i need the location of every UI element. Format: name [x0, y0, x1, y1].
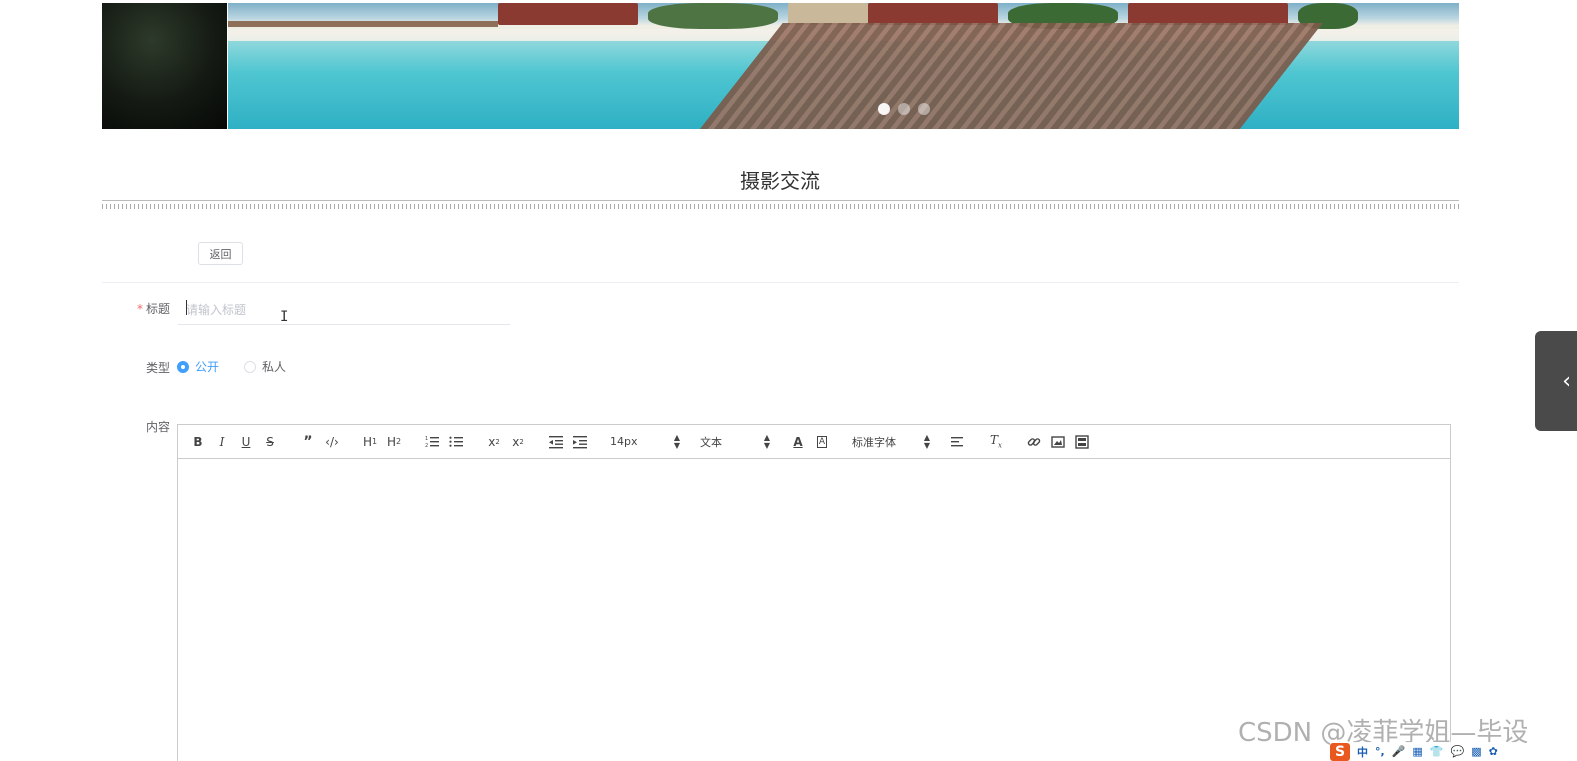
- font-size-select[interactable]: 14px ▲ ▼: [610, 432, 680, 450]
- italic-icon[interactable]: I: [214, 431, 230, 453]
- font-family-select[interactable]: 标准字体 ▲ ▼: [852, 432, 930, 450]
- back-button[interactable]: 返回: [198, 242, 243, 265]
- image-icon[interactable]: [1050, 431, 1066, 453]
- code-block-icon[interactable]: ‹/›: [324, 431, 340, 453]
- title-divider: [102, 200, 1459, 209]
- select-arrows-icon: ▲ ▼: [673, 432, 680, 450]
- side-drawer-handle[interactable]: ‹: [1535, 331, 1577, 431]
- sogou-logo-icon: S: [1330, 742, 1350, 761]
- ime-toolbar: S 中 °, 🎤 ▦ 👕 💬 ▩ ✿: [1330, 742, 1516, 761]
- select-arrows-icon: ▲ ▼: [923, 432, 930, 450]
- type-radio-public[interactable]: 公开: [177, 358, 219, 375]
- page-title: 摄影交流: [740, 169, 820, 193]
- type-radio-private[interactable]: 私人: [244, 358, 286, 375]
- chevron-left-icon: ‹: [1562, 368, 1571, 394]
- ime-settings-icon[interactable]: ✿: [1489, 745, 1498, 758]
- h1-icon[interactable]: H1: [362, 431, 378, 453]
- ime-punctuation-icon[interactable]: °,: [1375, 745, 1385, 758]
- link-icon[interactable]: [1026, 431, 1042, 453]
- carousel-dot-1[interactable]: [878, 103, 890, 115]
- ime-skin-icon[interactable]: 👕: [1430, 745, 1444, 758]
- type-label: 类型: [145, 361, 170, 375]
- ime-chinese-mode-icon[interactable]: 中: [1357, 744, 1368, 760]
- carousel-indicators: [878, 103, 930, 115]
- video-icon[interactable]: [1074, 431, 1090, 453]
- rich-text-editor: B I U S ” ‹/› H1 H2 12 x2 x2 14px ▲ ▼ 文本 …: [177, 424, 1451, 761]
- banner-carousel: [102, 3, 1459, 129]
- outdent-icon[interactable]: [548, 431, 564, 453]
- ime-keyboard-icon[interactable]: ▦: [1412, 745, 1422, 758]
- title-input[interactable]: [178, 295, 510, 325]
- banner-prev-slide-edge: [102, 3, 227, 129]
- background-color-icon[interactable]: A: [814, 431, 830, 453]
- banner-image: [228, 3, 1459, 129]
- svg-text:1: 1: [425, 436, 428, 442]
- ime-chat-icon[interactable]: 💬: [1451, 745, 1465, 758]
- ordered-list-icon[interactable]: 12: [424, 431, 440, 453]
- header-type-select[interactable]: 文本 ▲ ▼: [700, 432, 770, 450]
- underline-icon[interactable]: U: [238, 431, 254, 453]
- radio-unchecked-icon: [244, 360, 256, 373]
- select-arrows-icon: ▲ ▼: [763, 432, 770, 450]
- h2-icon[interactable]: H2: [386, 431, 402, 453]
- ibeam-cursor-icon: I: [280, 309, 289, 325]
- bold-icon[interactable]: B: [190, 431, 206, 453]
- radio-checked-icon: [177, 360, 189, 373]
- ime-toolbox-icon[interactable]: ▩: [1471, 745, 1481, 758]
- blockquote-icon[interactable]: ”: [300, 431, 316, 453]
- editor-toolbar: B I U S ” ‹/› H1 H2 12 x2 x2 14px ▲ ▼ 文本 …: [178, 425, 1450, 459]
- subscript-icon[interactable]: x2: [486, 431, 502, 453]
- align-icon[interactable]: [950, 431, 966, 453]
- ime-voice-icon[interactable]: 🎤: [1392, 745, 1406, 758]
- required-mark: *: [136, 302, 143, 316]
- indent-icon[interactable]: [572, 431, 588, 453]
- clean-format-icon[interactable]: Tx: [988, 431, 1004, 453]
- svg-text:2: 2: [425, 443, 428, 449]
- content-label: 内容: [145, 420, 170, 434]
- text-caret: [186, 300, 187, 315]
- section-divider: [102, 282, 1459, 283]
- carousel-dot-3[interactable]: [918, 103, 930, 115]
- strike-icon[interactable]: S: [262, 431, 278, 453]
- bullet-list-icon[interactable]: [448, 431, 464, 453]
- font-color-icon[interactable]: A: [790, 431, 806, 453]
- superscript-icon[interactable]: x2: [510, 431, 526, 453]
- carousel-dot-2[interactable]: [898, 103, 910, 115]
- title-label: * 标题: [136, 302, 170, 316]
